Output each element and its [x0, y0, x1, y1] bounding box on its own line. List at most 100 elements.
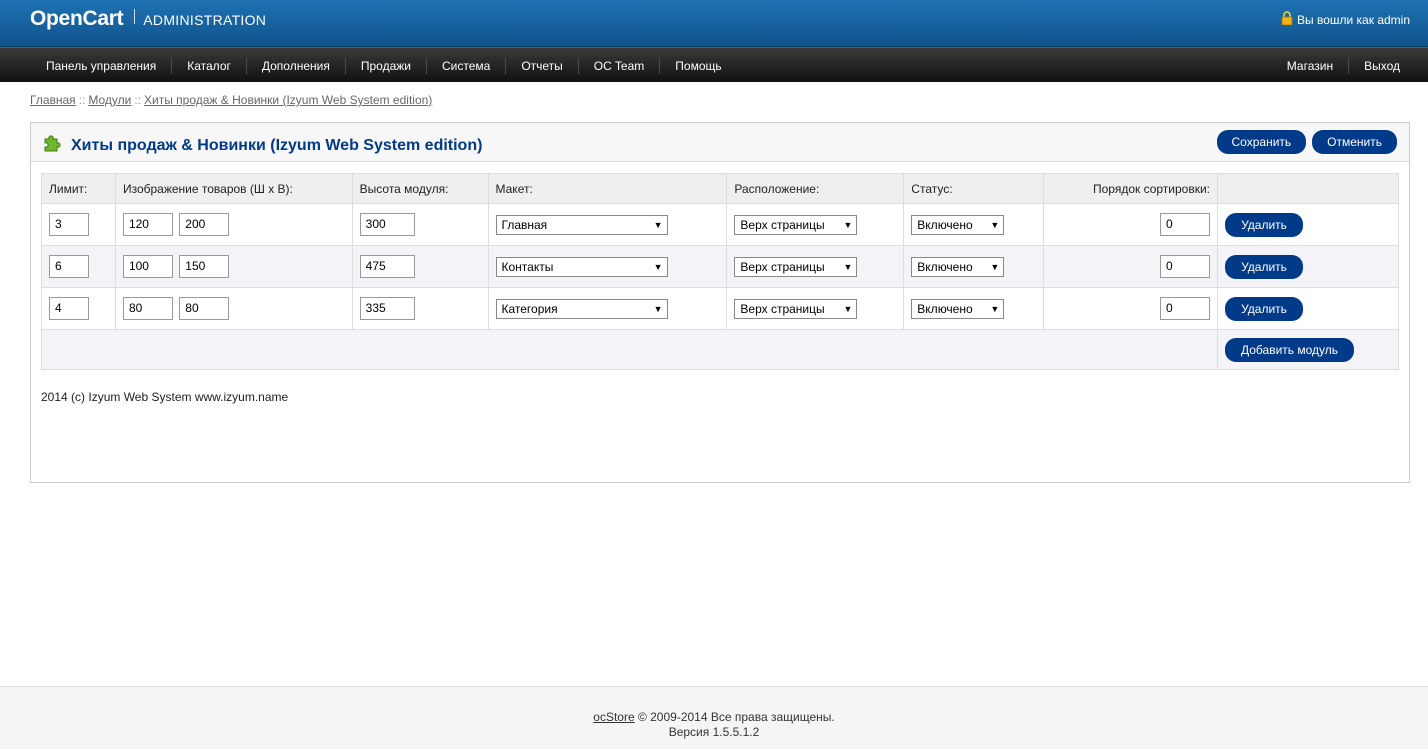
dropdown-arrow-icon: ▼: [843, 219, 853, 230]
menu-item-sales[interactable]: Продажи: [344, 57, 426, 74]
col-header-status: Статус:: [903, 173, 1045, 204]
layout-select-value: Главная: [501, 217, 548, 232]
dropdown-arrow-icon: ▼: [653, 219, 663, 230]
module-height-input[interactable]: 335: [359, 297, 415, 320]
lock-icon: [1281, 11, 1293, 28]
status-select[interactable]: Включено ▼: [911, 298, 1005, 319]
module-box: Хиты продаж & Новинки (Izyum Web System …: [30, 122, 1410, 483]
layout-select-value: Контакты: [501, 259, 554, 274]
remove-module-button[interactable]: Удалить: [1225, 254, 1304, 279]
image-height-input[interactable]: 150: [179, 255, 230, 278]
layout-select[interactable]: Контакты ▼: [495, 256, 668, 277]
menu-item-system[interactable]: Система: [425, 57, 505, 74]
login-text: Вы вошли как admin: [1297, 12, 1410, 27]
position-select[interactable]: Верх страницы ▼: [734, 256, 858, 277]
status-select[interactable]: Включено ▼: [911, 256, 1005, 277]
logo-subtitle: ADMINISTRATION: [143, 12, 267, 28]
header: OpenCart ADMINISTRATION Вы вошли как admi…: [0, 0, 1428, 47]
table-header: Лимит: Изображение товаров (Ш x В): Высо…: [41, 173, 1399, 204]
col-header-sort-order: Порядок сортировки:: [1043, 173, 1219, 204]
breadcrumb-separator: ::: [78, 93, 86, 107]
position-select-value: Верх страницы: [740, 259, 825, 274]
sort-order-input[interactable]: 0: [1160, 213, 1211, 236]
dropdown-arrow-icon: ▼: [653, 303, 663, 314]
col-header-image-size: Изображение товаров (Ш x В):: [114, 173, 353, 204]
menu-item-extensions[interactable]: Дополнения: [245, 57, 345, 74]
footer-rights-line: ocStore © 2009-2014 Все права защищены.: [0, 710, 1428, 725]
save-button[interactable]: Сохранить: [1216, 130, 1307, 154]
menu-item-oc-team[interactable]: OC Team: [577, 57, 659, 74]
position-select[interactable]: Верх страницы ▼: [734, 214, 858, 235]
status-select-value: Включено: [917, 259, 973, 274]
table-footer-row: Добавить модуль: [40, 329, 1399, 370]
main-menu: Панель управления Каталог Дополнения Про…: [0, 47, 1428, 82]
position-select[interactable]: Верх страницы ▼: [734, 298, 858, 319]
login-status: Вы вошли как admin: [1281, 11, 1410, 28]
layout-select[interactable]: Главная ▼: [495, 214, 668, 235]
dropdown-arrow-icon: ▼: [843, 261, 853, 272]
module-height-input[interactable]: 300: [359, 213, 415, 236]
breadcrumb-separator: ::: [134, 93, 142, 107]
breadcrumb: Главная:: Модули:: Хиты продаж & Новинки (…: [30, 93, 432, 107]
limit-input[interactable]: 4: [49, 297, 89, 320]
position-select-value: Верх страницы: [740, 301, 825, 316]
image-width-input[interactable]: 80: [122, 297, 173, 320]
position-select-value: Верх страницы: [740, 217, 825, 232]
dropdown-arrow-icon: ▼: [653, 261, 663, 272]
sort-order-input[interactable]: 0: [1160, 255, 1211, 278]
logo-brand: OpenCart: [30, 7, 124, 30]
col-header-position: Расположение:: [726, 173, 905, 204]
status-select[interactable]: Включено ▼: [911, 214, 1005, 235]
image-height-input[interactable]: 80: [179, 297, 230, 320]
limit-input[interactable]: 3: [49, 213, 89, 236]
dropdown-arrow-icon: ▼: [990, 219, 1000, 230]
menu-item-help[interactable]: Помощь: [659, 57, 736, 74]
breadcrumb-modules[interactable]: Модули: [88, 93, 131, 107]
menu-item-dashboard[interactable]: Панель управления: [31, 58, 171, 74]
breadcrumb-home[interactable]: Главная: [30, 93, 76, 107]
col-header-limit: Лимит:: [41, 173, 116, 204]
menu-item-catalog[interactable]: Каталог: [171, 57, 246, 74]
layout-select-value: Категория: [501, 301, 558, 316]
status-select-value: Включено: [917, 301, 973, 316]
breadcrumb-current[interactable]: Хиты продаж & Новинки (Izyum Web System …: [144, 93, 432, 107]
cancel-button[interactable]: Отменить: [1312, 130, 1397, 154]
menu-item-logout[interactable]: Выход: [1348, 57, 1415, 74]
module-copyright: 2014 (c) Izyum Web System www.izyum.name: [41, 390, 289, 404]
logo-divider: [134, 9, 136, 24]
module-table: Лимит: Изображение товаров (Ш x В): Высо…: [40, 173, 1399, 370]
add-module-button[interactable]: Добавить модуль: [1225, 337, 1355, 362]
image-width-input[interactable]: 120: [122, 213, 173, 236]
dropdown-arrow-icon: ▼: [843, 303, 853, 314]
remove-module-button[interactable]: Удалить: [1225, 212, 1304, 237]
remove-module-button[interactable]: Удалить: [1225, 296, 1304, 321]
module-height-input[interactable]: 475: [359, 255, 415, 278]
dropdown-arrow-icon: ▼: [990, 303, 1000, 314]
puzzle-icon: [42, 133, 63, 158]
image-height-input[interactable]: 200: [179, 213, 230, 236]
box-heading: Хиты продаж & Новинки (Izyum Web System …: [31, 123, 1409, 162]
col-header-module-height: Высота модуля:: [351, 173, 489, 204]
page-title-text: Хиты продаж & Новинки (Izyum Web System …: [71, 136, 483, 154]
footer: ocStore © 2009-2014 Все права защищены. …: [0, 686, 1428, 749]
heading-buttons: Сохранить Отменить: [1216, 130, 1397, 154]
footer-rights: © 2009-2014 Все права защищены.: [634, 710, 835, 724]
image-width-input[interactable]: 100: [122, 255, 173, 278]
menu-item-store[interactable]: Магазин: [1272, 58, 1348, 74]
footer-ocstore-link[interactable]: ocStore: [593, 710, 634, 724]
table-row: 3 120 200 300 Главная ▼ Верх страницы ▼ Вк…: [41, 203, 1399, 246]
layout-select[interactable]: Категория ▼: [495, 298, 668, 319]
status-select-value: Включено: [917, 217, 973, 232]
logo[interactable]: OpenCart ADMINISTRATION: [30, 7, 266, 31]
sort-order-input[interactable]: 0: [1160, 297, 1211, 320]
dropdown-arrow-icon: ▼: [990, 261, 1000, 272]
limit-input[interactable]: 6: [49, 255, 89, 278]
table-row: 6 100 150 475 Контакты ▼ Верх страницы ▼ В…: [41, 245, 1399, 288]
col-header-layout: Макет:: [487, 173, 728, 204]
table-row: 4 80 80 335 Категория ▼ Верх страницы ▼ Вк…: [41, 287, 1399, 330]
page-title: Хиты продаж & Новинки (Izyum Web System …: [42, 133, 482, 158]
col-header-actions: [1217, 173, 1399, 204]
table-footer-spacer: [40, 329, 1219, 370]
menu-item-reports[interactable]: Отчеты: [505, 57, 577, 74]
footer-version: Версия 1.5.5.1.2: [668, 725, 760, 739]
